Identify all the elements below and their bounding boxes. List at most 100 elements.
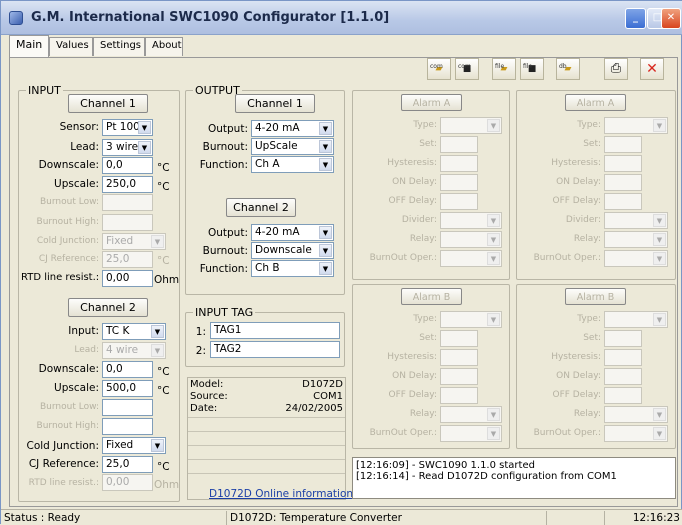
input-channel-1-button[interactable]: Channel 1 [68,94,148,113]
cj-reference-field: 25,0 [102,251,153,268]
output-2-select[interactable]: 4-20 mA ▼ [251,224,334,241]
exit-button[interactable]: ✕ [640,58,664,80]
status-text: Status : Ready [4,512,81,524]
alarm-type-select: ▼ [440,117,502,134]
toolbar-tag: com [458,63,471,70]
sensor-select[interactable]: Pt 100 ▼ [102,119,153,136]
cj-reference-2-field[interactable]: 25,0 [102,456,153,473]
upscale-2-unit: °C [157,385,170,397]
alarm-off-delay-field [604,387,642,404]
rtd-unit: Ohm [154,274,180,286]
output-channel-2-button[interactable]: Channel 2 [226,198,296,217]
tag-1-field[interactable]: TAG1 [210,322,340,339]
title-bar[interactable]: G.M. International SWC1090 Configurator … [1,1,682,35]
burnout-low-2-field[interactable] [102,399,153,416]
alarm-hysteresis-label: Hysteresis: [551,158,601,168]
app-icon [9,11,23,25]
tab-settings[interactable]: Settings [93,37,145,56]
cold-junction-2-label: Cold Junction: [26,440,99,452]
alarm-hysteresis-field [440,155,478,172]
minimize-button[interactable]: _ [625,8,646,29]
function-label: Function: [199,159,248,171]
burnout-label: Burnout: [202,141,248,153]
alarm-button[interactable]: Alarm B [565,288,626,305]
write-to-device-button[interactable]: com ■ [455,58,479,80]
lead-value: 3 wire [106,141,139,153]
downscale-field[interactable]: 0,0 [102,157,153,174]
divider [188,445,345,446]
alarm-hysteresis-field [604,155,642,172]
burnout-high-field [102,214,153,231]
chevron-down-icon: ▼ [653,408,666,421]
alarm-type-label: Type: [413,120,437,130]
device-info-box: Model: D1072D Source: COM1 Date: 24/02/2005 [187,377,346,500]
rtd-line-resist-field[interactable]: 0,00 [102,270,153,287]
alarm-on-delay-label: ON Delay: [392,371,437,381]
close-button[interactable]: ✕ [661,8,681,29]
alarm-burnout-oper-label: BurnOut Oper.: [369,428,437,438]
open-database-button[interactable]: db ▰ [556,58,580,80]
date-label: Date: [190,403,218,414]
alarm-set-label: Set: [583,333,601,343]
tab-main[interactable]: Main [9,35,49,57]
alarm-type-select: ▼ [604,311,668,328]
chevron-down-icon: ▼ [653,313,666,326]
alarm-button[interactable]: Alarm A [401,94,462,111]
burnout-select[interactable]: UpScale ▼ [251,138,334,155]
alarm-relay-select: ▼ [440,406,502,423]
function-select[interactable]: Ch A ▼ [251,156,334,173]
alarm-divider-select: ▼ [604,212,668,229]
sensor-value: Pt 100 [106,121,140,133]
cold-junction-2-value: Fixed [106,439,134,451]
alarm-on-delay-label: ON Delay: [556,177,601,187]
print-button[interactable]: ⎙ [604,58,628,80]
save-file-button[interactable]: file ■ [520,58,544,80]
read-from-device-button[interactable]: com ▰ [427,58,451,80]
alarm-hysteresis-field [604,349,642,366]
alarm-burnout-oper-select: ▼ [440,425,502,442]
burnout-high-2-field[interactable] [102,418,153,435]
lead-label: Lead: [70,141,99,153]
cold-junction-2-select[interactable]: Fixed ▼ [102,437,166,454]
upscale-field[interactable]: 250,0 [102,176,153,193]
alarm-off-delay-field [440,387,478,404]
open-file-button[interactable]: file ▰ [492,58,516,80]
divider [188,417,345,418]
rtd-line-resist-2-label: RTD line resist.: [28,478,99,488]
alarm-button[interactable]: Alarm A [565,94,626,111]
alarm-divider-label: Divider: [401,215,437,225]
log-console[interactable]: [12:16:09] - SWC1090 1.1.0 started [12:1… [352,457,676,499]
downscale-2-field[interactable]: 0,0 [102,361,153,378]
alarm-type-select: ▼ [440,311,502,328]
alarm-on-delay-field [604,174,642,191]
chevron-down-icon: ▼ [151,235,164,248]
chevron-down-icon: ▼ [151,325,164,338]
tab-about[interactable]: About [145,37,183,56]
input-tag-title: INPUT TAG [193,306,256,319]
chevron-down-icon: ▼ [653,214,666,227]
output-select[interactable]: 4-20 mA ▼ [251,120,334,137]
input-type-select[interactable]: TC K ▼ [102,323,166,340]
alarm-button[interactable]: Alarm B [401,288,462,305]
rtd-line-resist-label: RTD line resist.: [21,272,100,283]
toolbar-tag: file [523,63,533,70]
output-channel-1-button[interactable]: Channel 1 [235,94,315,113]
online-information-link[interactable]: D1072D Online information [209,488,353,500]
model-label: Model: [190,379,224,390]
upscale-2-field[interactable]: 500,0 [102,380,153,397]
tag-2-field[interactable]: TAG2 [210,341,340,358]
rtd-2-unit: Ohm [154,479,180,491]
output-value: 4-20 mA [255,122,300,134]
input-channel-2-button[interactable]: Channel 2 [68,298,148,317]
alarm-burnout-oper-label: BurnOut Oper.: [533,428,601,438]
tab-values[interactable]: Values [49,37,93,56]
cold-junction-select: Fixed ▼ [102,233,166,250]
lead-select[interactable]: 3 wire ▼ [102,139,153,156]
printer-icon: ⎙ [610,61,622,76]
function-2-select[interactable]: Ch B ▼ [251,260,334,277]
alarm-off-delay-label: OFF Delay: [388,196,438,206]
status-device: D1072D: Temperature Converter [226,511,546,525]
input-type-label: Input: [68,325,99,337]
cold-junction-label: Cold Junction: [36,236,99,246]
burnout-2-select[interactable]: Downscale ▼ [251,242,334,259]
